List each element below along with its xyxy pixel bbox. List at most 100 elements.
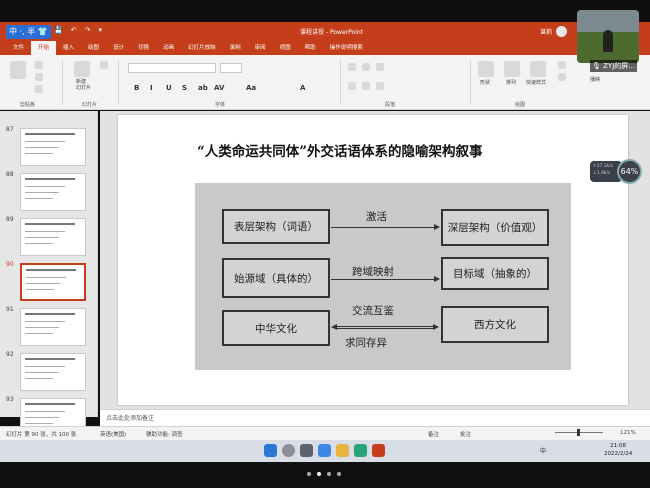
language[interactable]: 英语(美国) xyxy=(100,430,126,438)
cut-icon[interactable] xyxy=(35,61,43,69)
font-family-select[interactable] xyxy=(128,63,216,73)
ime-tray[interactable]: 中 xyxy=(540,446,546,455)
format-button-2[interactable]: U xyxy=(166,84,172,92)
copy-icon[interactable] xyxy=(35,73,43,81)
format-button-6[interactable]: Aa xyxy=(246,84,256,92)
task-view-icon[interactable] xyxy=(300,444,313,457)
tab-5[interactable]: 切换 xyxy=(131,41,156,55)
format-button-4[interactable]: ab xyxy=(198,84,208,92)
tab-6[interactable]: 动画 xyxy=(156,41,181,55)
slide-thumbnail[interactable] xyxy=(20,353,86,391)
quick-styles-button[interactable] xyxy=(530,61,546,77)
customize-icon[interactable]: ▾ xyxy=(98,26,102,34)
new-slide-button[interactable] xyxy=(74,61,90,77)
tab-7[interactable]: 幻灯片放映 xyxy=(181,41,223,55)
bullets-icon[interactable] xyxy=(348,63,356,71)
widgets-icon[interactable] xyxy=(318,444,331,457)
format-button-1[interactable]: I xyxy=(150,84,153,92)
thumbnail-text-line xyxy=(25,372,59,373)
powerpoint-icon[interactable] xyxy=(372,444,385,457)
edge-icon[interactable] xyxy=(354,444,367,457)
shapes-button[interactable] xyxy=(478,61,494,77)
cpu-usage[interactable]: 64% xyxy=(617,159,642,184)
tab-8[interactable]: 录制 xyxy=(223,41,248,55)
notes-button[interactable]: 备注 xyxy=(428,430,439,438)
format-button-0[interactable]: B xyxy=(134,84,139,92)
save-icon[interactable]: 💾 xyxy=(54,26,63,34)
thumbnail-text-line xyxy=(25,378,53,379)
slide-thumbnail[interactable] xyxy=(20,218,86,256)
indent-icon[interactable] xyxy=(376,63,384,71)
arrange-button[interactable] xyxy=(504,61,520,77)
thumbnail-text-line xyxy=(25,147,59,148)
thumbnail-number: 92 xyxy=(6,351,14,358)
align-right-icon[interactable] xyxy=(376,82,384,90)
format-button-7[interactable]: A xyxy=(300,84,305,92)
tab-9[interactable]: 审阅 xyxy=(248,41,273,55)
thumbnail-text-line xyxy=(25,231,65,232)
redo-icon[interactable]: ↷ xyxy=(85,26,91,34)
thumbnail-title-line xyxy=(25,223,75,225)
divider xyxy=(340,60,341,105)
format-button-3[interactable]: S xyxy=(182,84,187,92)
new-slide-label: 新建 幻灯片 xyxy=(76,79,92,91)
arrowhead-right xyxy=(434,224,440,230)
format-painter-icon[interactable] xyxy=(35,85,43,93)
thumbnail-text-line xyxy=(25,333,53,334)
user-name[interactable]: 谌莉 xyxy=(540,27,552,36)
diagram-label-mapping: 跨域映射 xyxy=(352,266,394,278)
thumbnail-text-line xyxy=(25,192,59,193)
numbering-icon[interactable] xyxy=(362,63,370,71)
video-thumbnail[interactable] xyxy=(577,10,639,63)
page-dot xyxy=(317,472,321,476)
align-left-icon[interactable] xyxy=(348,82,356,90)
slide-title[interactable]: “人类命运共同体”外交话语体系的隐喻架构叙事 xyxy=(197,140,483,160)
font-size-select[interactable] xyxy=(220,63,242,73)
slide-thumbnail[interactable] xyxy=(20,128,86,166)
tab-2[interactable]: 插入 xyxy=(56,41,81,55)
divider xyxy=(62,60,63,105)
group-label-font: 字体 xyxy=(215,102,226,108)
zoom-slider-handle[interactable] xyxy=(577,429,580,436)
align-center-icon[interactable] xyxy=(362,82,370,90)
diagram-box-western-culture: 西方文化 xyxy=(441,306,549,343)
video-sublabel: 播映 xyxy=(590,77,601,83)
shape-outline-icon[interactable] xyxy=(558,73,566,81)
slide-thumbnail[interactable] xyxy=(20,308,86,346)
tab-12[interactable]: 操作说明搜索 xyxy=(323,41,370,55)
page-dot xyxy=(307,472,311,476)
thumbnail-text-line xyxy=(26,283,60,284)
slide-count: 幻灯片 第 90 张，共 100 张 xyxy=(6,432,77,438)
thumbnail-text-line xyxy=(25,186,65,187)
thumbnail-text-line xyxy=(25,366,65,367)
search-icon[interactable] xyxy=(282,444,295,457)
format-button-5[interactable]: AV xyxy=(214,84,224,92)
tab-3[interactable]: 绘图 xyxy=(81,41,106,55)
group-label-clipboard: 剪贴板 xyxy=(20,102,36,108)
ime-indicator[interactable]: 中 ·, 半 👕 xyxy=(6,25,51,39)
file-explorer-icon[interactable] xyxy=(336,444,349,457)
status-bar: 幻灯片 第 90 张，共 100 张 英语(美国) 辅助功能: 调查 备注 批注… xyxy=(0,426,650,440)
zoom-level[interactable]: 121% xyxy=(620,430,636,436)
undo-icon[interactable]: ↶ xyxy=(71,26,77,34)
clock[interactable]: 21:08 2022/2/24 xyxy=(604,442,632,458)
shape-fill-icon[interactable] xyxy=(558,61,566,69)
tab-10[interactable]: 视图 xyxy=(273,41,298,55)
paste-button[interactable] xyxy=(10,61,26,79)
thumbnail-title-line xyxy=(25,178,75,180)
comments-button[interactable]: 批注 xyxy=(460,430,471,438)
slide-thumbnail[interactable] xyxy=(20,263,86,301)
notes-pane[interactable]: 点击此处添加备注 xyxy=(100,409,650,426)
tab-11[interactable]: 帮助 xyxy=(298,41,323,55)
avatar[interactable] xyxy=(556,26,567,37)
slide-thumbnail[interactable] xyxy=(20,173,86,211)
tab-0[interactable]: 文件 xyxy=(6,41,31,55)
tab-1[interactable]: 开始 xyxy=(31,41,57,55)
download-speed: ↓1.9k/s xyxy=(593,171,611,176)
thumbnail-number: 93 xyxy=(6,396,14,403)
accessibility[interactable]: 辅助功能: 调查 xyxy=(146,430,183,438)
tab-4[interactable]: 设计 xyxy=(106,41,131,55)
ribbon-tabs: 文件 开始 插入 绘图 设计 切换 动画 幻灯片放映 录制 审阅 视图 帮助 操作说明搜索 xyxy=(0,41,650,55)
layout-icon[interactable] xyxy=(100,61,108,69)
start-icon[interactable] xyxy=(264,444,277,457)
